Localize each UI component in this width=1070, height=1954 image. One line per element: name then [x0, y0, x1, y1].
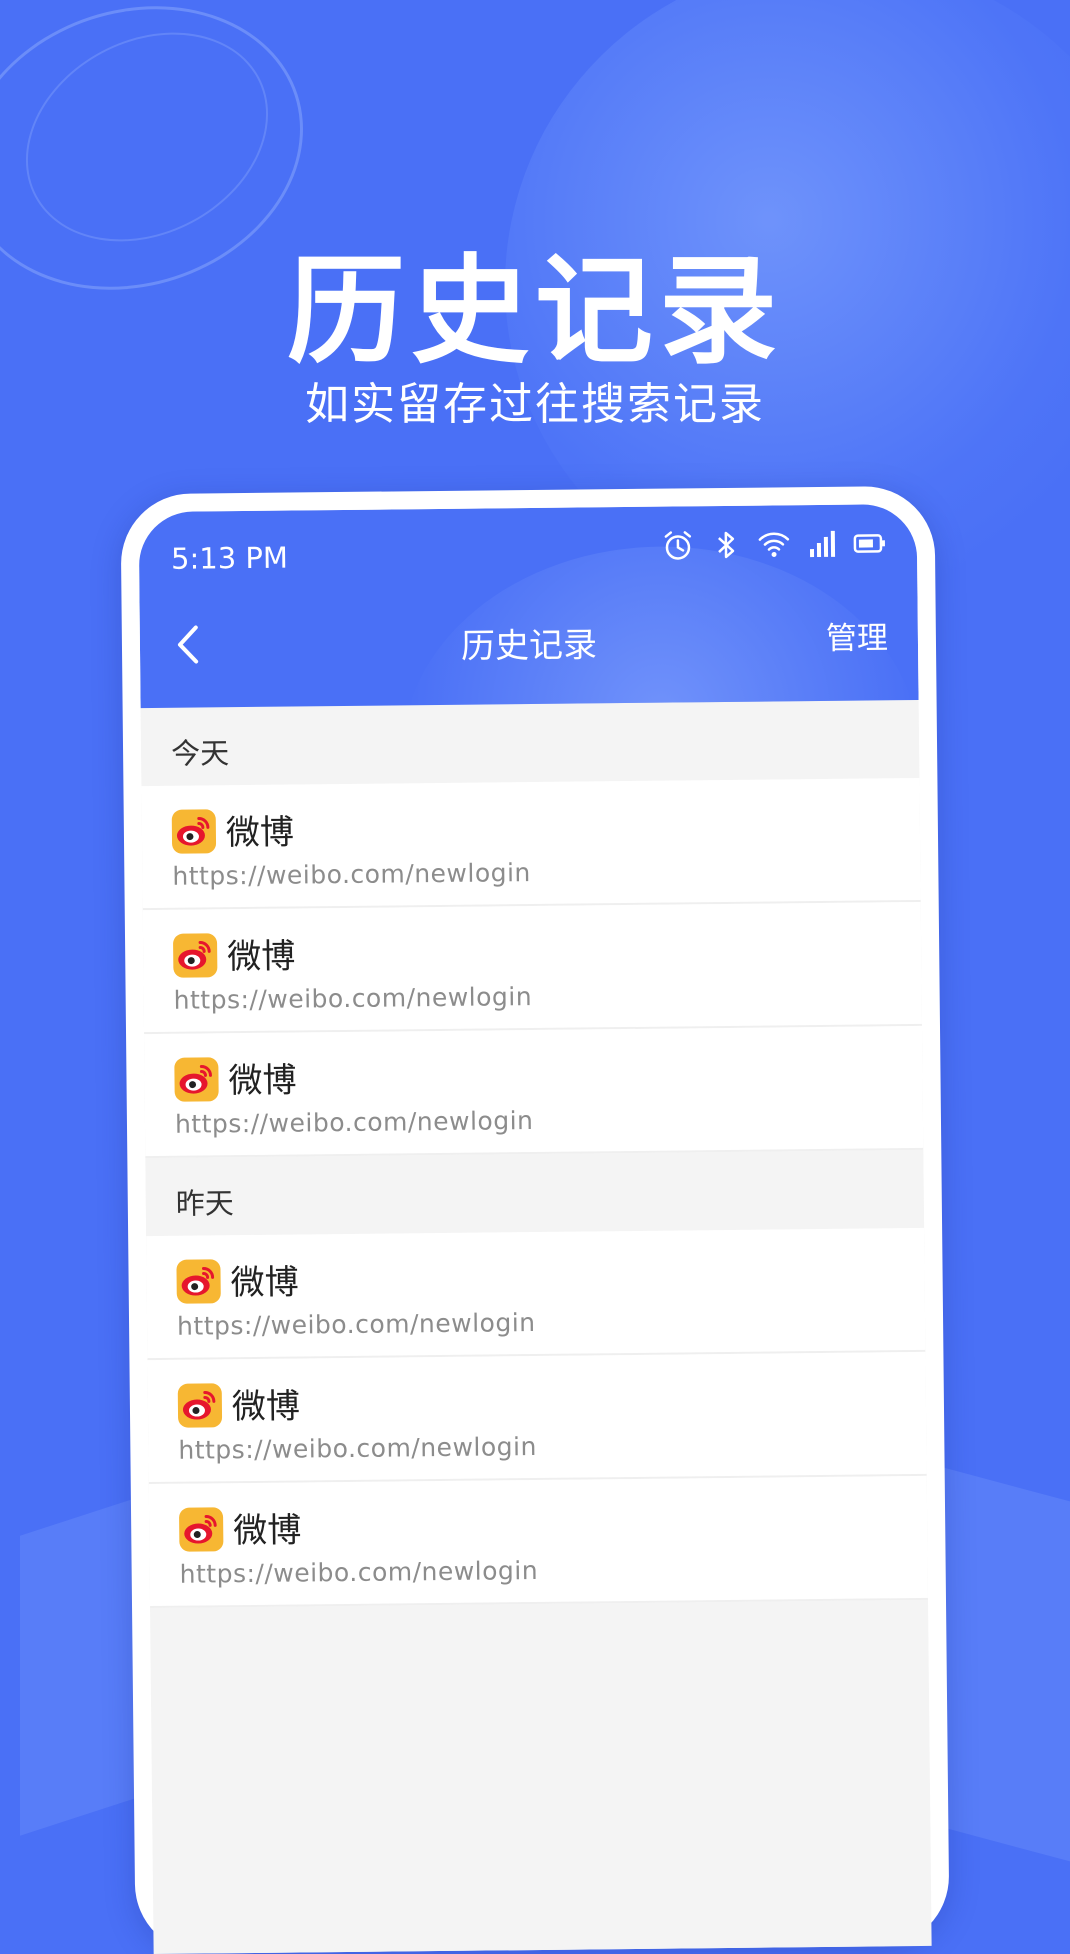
history-list: 今天 微博 https://weibo.com/newlogin 微博 http… [140, 699, 928, 1609]
item-title: 微博 [230, 1262, 299, 1304]
item-title: 微博 [227, 936, 296, 978]
wifi-icon [757, 527, 791, 561]
weibo-icon [171, 809, 217, 854]
promo-subtitle: 如实留存过往搜索记录 [305, 379, 765, 430]
signal-icon [805, 527, 839, 561]
nav-row: 历史记录 管理 [140, 604, 919, 682]
item-title: 微博 [233, 1510, 302, 1552]
list-item[interactable]: 微博 https://weibo.com/newlogin [144, 1025, 924, 1159]
bluetooth-icon [709, 528, 743, 562]
item-url: https://weibo.com/newlogin [174, 1106, 534, 1139]
item-title: 微博 [228, 1060, 297, 1102]
weibo-icon [176, 1259, 221, 1304]
status-time: 5:13 PM [170, 540, 289, 576]
item-url: https://weibo.com/newlogin [179, 1555, 539, 1589]
app-bar: 5:13 PM 历史记录 管理 [138, 503, 919, 709]
promo-title: 历史记录 [286, 242, 783, 380]
item-title: 微博 [225, 812, 295, 854]
list-item[interactable]: 微博 https://weibo.com/newlogin [147, 1351, 927, 1485]
list-item[interactable]: 微博 https://weibo.com/newlogin [148, 1475, 928, 1609]
status-icons [661, 526, 887, 562]
weibo-icon [177, 1383, 223, 1428]
item-url: https://weibo.com/newlogin [176, 1308, 536, 1341]
item-url: https://weibo.com/newlogin [178, 1431, 537, 1465]
phone-mockup: 5:13 PM 历史记录 管理 今天 微博 https://weibo.com/… [120, 485, 950, 1954]
item-title: 微博 [231, 1386, 301, 1428]
list-item[interactable]: 微博 https://weibo.com/newlogin [146, 1227, 926, 1361]
list-item[interactable]: 微博 https://weibo.com/newlogin [142, 901, 922, 1035]
phone-screen: 5:13 PM 历史记录 管理 今天 微博 https://weibo.com/… [138, 503, 932, 1954]
item-url: https://weibo.com/newlogin [172, 858, 531, 891]
manage-button[interactable]: 管理 [826, 612, 888, 658]
weibo-icon [178, 1507, 224, 1552]
section-header-yesterday: 昨天 [145, 1149, 925, 1237]
section-header-today: 今天 [140, 699, 920, 787]
weibo-icon [172, 933, 218, 978]
page-title: 历史记录 [460, 625, 598, 667]
status-bar: 5:13 PM [139, 504, 918, 596]
item-url: https://weibo.com/newlogin [173, 982, 533, 1015]
weibo-icon [174, 1057, 219, 1102]
list-item[interactable]: 微博 https://weibo.com/newlogin [141, 777, 921, 911]
alarm-icon [661, 528, 695, 562]
battery-icon [853, 526, 887, 560]
